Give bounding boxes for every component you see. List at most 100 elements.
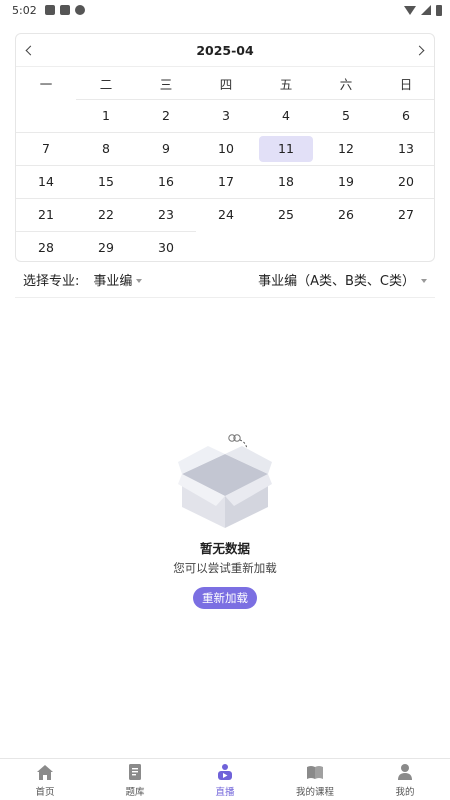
major-label: 选择专业: bbox=[23, 274, 80, 289]
weekday-label: 日 bbox=[399, 76, 413, 92]
calendar-day[interactable]: 2 bbox=[136, 99, 196, 132]
signal-icon bbox=[421, 5, 431, 15]
major-dropdown[interactable]: 事业编 bbox=[93, 270, 143, 289]
calendar-day[interactable]: 16 bbox=[136, 165, 196, 198]
calendar-week-row: 28 29 30 bbox=[16, 231, 434, 261]
calendar-day-number: 7 bbox=[42, 141, 50, 156]
calendar-day[interactable]: 11 bbox=[256, 132, 316, 165]
calendar-header: 2025-04 bbox=[16, 34, 434, 67]
tab-question-bank[interactable]: 题库 bbox=[90, 759, 180, 800]
home-icon bbox=[37, 764, 53, 780]
calendar-day[interactable]: 30 bbox=[136, 231, 196, 261]
calendar-day-number: 29 bbox=[98, 240, 114, 255]
calendar-day[interactable]: 29 bbox=[76, 231, 136, 261]
calendar-week-row: 21 22 23 24 25 26 27 bbox=[16, 198, 434, 231]
calendar-day[interactable]: 17 bbox=[196, 165, 256, 198]
calendar-day[interactable]: 8 bbox=[76, 132, 136, 165]
calendar-day[interactable]: 3 bbox=[196, 99, 256, 132]
calendar-day[interactable]: 6 bbox=[376, 99, 434, 132]
weekday-label: 一 bbox=[39, 76, 53, 92]
calendar-day[interactable]: 1 bbox=[76, 99, 136, 132]
chevron-right-icon bbox=[414, 45, 425, 56]
calendar-day[interactable]: 13 bbox=[376, 132, 434, 165]
sub-major-selected-value: 事业编（A类、B类、C类） bbox=[258, 274, 415, 289]
notification-icons bbox=[44, 5, 85, 15]
calendar-day-number: 1 bbox=[102, 108, 110, 123]
calendar-empty-cell bbox=[256, 231, 316, 261]
calendar-day[interactable]: 4 bbox=[256, 99, 316, 132]
calendar-day[interactable]: 18 bbox=[256, 165, 316, 198]
calendar-day-number: 16 bbox=[158, 174, 174, 189]
android-icon bbox=[74, 5, 85, 15]
tab-live[interactable]: 直播 bbox=[180, 759, 270, 800]
calendar-day[interactable]: 27 bbox=[376, 198, 434, 231]
caret-down-icon bbox=[136, 278, 143, 283]
calendar-day-number: 26 bbox=[338, 207, 354, 222]
calendar-week-row: 7 8 9 10 11 12 13 bbox=[16, 132, 434, 165]
next-month-button[interactable] bbox=[408, 34, 434, 67]
calendar-week-row: 14 15 16 17 18 19 20 bbox=[16, 165, 434, 198]
tab-label: 首页 bbox=[35, 786, 55, 798]
empty-box-illustration bbox=[178, 434, 272, 528]
calendar-day[interactable]: 12 bbox=[316, 132, 376, 165]
calendar-day[interactable]: 21 bbox=[16, 198, 76, 231]
calendar-day[interactable]: 28 bbox=[16, 231, 76, 261]
calendar-day-number: 8 bbox=[102, 141, 110, 156]
calendar-day[interactable]: 26 bbox=[316, 198, 376, 231]
calendar-day-number: 12 bbox=[338, 141, 354, 156]
calendar-day[interactable]: 25 bbox=[256, 198, 316, 231]
calendar-day-number: 10 bbox=[218, 141, 234, 156]
weekday-label: 三 bbox=[159, 76, 173, 92]
calendar-day-number: 20 bbox=[398, 174, 414, 189]
calendar-day-number: 13 bbox=[398, 141, 414, 156]
calendar-day[interactable]: 14 bbox=[16, 165, 76, 198]
reload-button[interactable]: 重新加载 bbox=[193, 587, 257, 609]
status-bar: 5:02 bbox=[0, 0, 450, 20]
calendar-day[interactable]: 15 bbox=[76, 165, 136, 198]
courses-icon bbox=[307, 765, 323, 779]
calendar-day-number: 25 bbox=[278, 207, 294, 222]
calendar-day[interactable]: 24 bbox=[196, 198, 256, 231]
tab-my-courses[interactable]: 我的课程 bbox=[270, 759, 360, 800]
major-filter-bar: 选择专业: 事业编 事业编（A类、B类、C类） bbox=[15, 262, 435, 298]
calendar-day[interactable]: 7 bbox=[16, 132, 76, 165]
system-icons bbox=[404, 4, 442, 16]
calendar-grid: 1 2 3 4 5 6 7 8 9 10 11 12 13 14 15 16 17 18 19 20 21 22 23 24 2… bbox=[16, 99, 434, 261]
tab-profile[interactable]: 我的 bbox=[360, 759, 450, 800]
chevron-left-icon bbox=[25, 45, 36, 56]
calendar-day-number: 3 bbox=[222, 108, 230, 123]
calendar-day-number: 4 bbox=[282, 108, 290, 123]
calendar-day[interactable]: 20 bbox=[376, 165, 434, 198]
calendar-empty-cell bbox=[316, 231, 376, 261]
calendar: 2025-04 一 二 三 四 五 六 日 1 2 3 4 5 6 7 8 9 10 11 12 13 1… bbox=[15, 33, 435, 262]
calendar-day-number: 11 bbox=[278, 141, 294, 156]
profile-icon bbox=[398, 763, 412, 780]
image-icon bbox=[44, 5, 55, 15]
weekday-label: 五 bbox=[279, 76, 293, 92]
calendar-day-number: 2 bbox=[162, 108, 170, 123]
calendar-day[interactable]: 9 bbox=[136, 132, 196, 165]
calendar-day-number: 5 bbox=[342, 108, 350, 123]
app-icon bbox=[59, 5, 70, 15]
calendar-day[interactable]: 22 bbox=[76, 198, 136, 231]
calendar-empty-cell bbox=[376, 231, 434, 261]
calendar-day-number: 6 bbox=[402, 108, 410, 123]
calendar-day-number: 14 bbox=[38, 174, 54, 189]
weekday-row: 一 二 三 四 五 六 日 bbox=[16, 67, 434, 99]
major-selected-value: 事业编 bbox=[93, 274, 133, 289]
tab-label: 我的 bbox=[395, 786, 415, 798]
tab-home[interactable]: 首页 bbox=[0, 759, 90, 800]
calendar-day[interactable]: 5 bbox=[316, 99, 376, 132]
sub-major-dropdown[interactable]: 事业编（A类、B类、C类） bbox=[258, 270, 427, 289]
calendar-empty-cell bbox=[16, 99, 76, 132]
weekday-label: 四 bbox=[219, 76, 233, 92]
calendar-day[interactable]: 23 bbox=[136, 198, 196, 231]
calendar-day[interactable]: 10 bbox=[196, 132, 256, 165]
calendar-month-title: 2025-04 bbox=[196, 42, 254, 58]
calendar-day-number: 30 bbox=[158, 240, 174, 255]
empty-state-description: 您可以尝试重新加载 bbox=[173, 561, 277, 575]
calendar-day-number: 9 bbox=[162, 141, 170, 156]
calendar-day[interactable]: 19 bbox=[316, 165, 376, 198]
prev-month-button[interactable] bbox=[16, 34, 42, 67]
question-bank-icon bbox=[129, 763, 141, 780]
